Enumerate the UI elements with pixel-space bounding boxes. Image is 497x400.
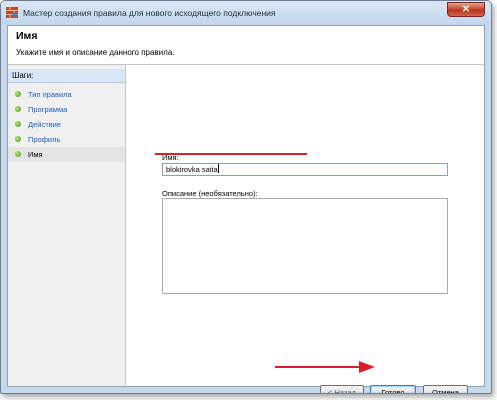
back-button[interactable]: < Назад — [320, 385, 364, 393]
page-title: Имя — [16, 30, 38, 42]
step-action[interactable]: Действие — [8, 117, 125, 132]
finish-button[interactable]: Готово — [370, 385, 416, 393]
step-dot-icon — [15, 106, 21, 112]
steps-heading: Шаги: — [8, 69, 125, 83]
step-label: Профиль — [28, 135, 61, 144]
wizard-header: Имя Укажите имя и описание данного прави… — [8, 26, 484, 65]
step-name[interactable]: Имя — [8, 147, 125, 162]
cancel-button[interactable]: Отмена — [423, 385, 468, 393]
step-dot-icon — [15, 151, 21, 157]
window-title: Мастер создания правила для нового исход… — [23, 8, 276, 18]
name-value: blokirovka saita — [166, 165, 218, 174]
step-dot-icon — [15, 136, 21, 142]
step-label: Имя — [28, 150, 43, 159]
page-subtitle: Укажите имя и описание данного правила. — [16, 48, 175, 57]
step-dot-icon — [15, 121, 21, 127]
description-label: Описание (необязательно): — [162, 189, 258, 198]
title-bar[interactable]: Мастер создания правила для нового исход… — [1, 1, 491, 25]
form-area: Имя: blokirovka saita Описание (необязат… — [126, 65, 484, 393]
wizard-window: Мастер создания правила для нового исход… — [0, 0, 492, 394]
step-rule-type[interactable]: Тип правила — [8, 87, 125, 102]
steps-sidebar: Шаги: Тип правила Программа Действие Про… — [8, 65, 126, 386]
annotation-arrow-icon — [275, 361, 375, 373]
close-icon: ✕ — [461, 4, 471, 15]
text-caret — [217, 164, 219, 173]
firewall-icon — [6, 7, 18, 18]
annotation-underline — [155, 153, 307, 155]
name-field[interactable]: blokirovka saita — [162, 163, 448, 176]
step-program[interactable]: Программа — [8, 102, 125, 117]
step-label: Программа — [28, 105, 68, 114]
step-profile[interactable]: Профиль — [8, 132, 125, 147]
step-label: Действие — [28, 120, 61, 129]
steps-list: Тип правила Программа Действие Профиль И… — [8, 87, 125, 162]
description-field[interactable] — [162, 198, 448, 294]
close-button[interactable]: ✕ — [447, 2, 485, 17]
wizard-client: Имя Укажите имя и описание данного прави… — [7, 25, 485, 393]
step-label: Тип правила — [28, 90, 72, 99]
step-dot-icon — [15, 91, 21, 97]
